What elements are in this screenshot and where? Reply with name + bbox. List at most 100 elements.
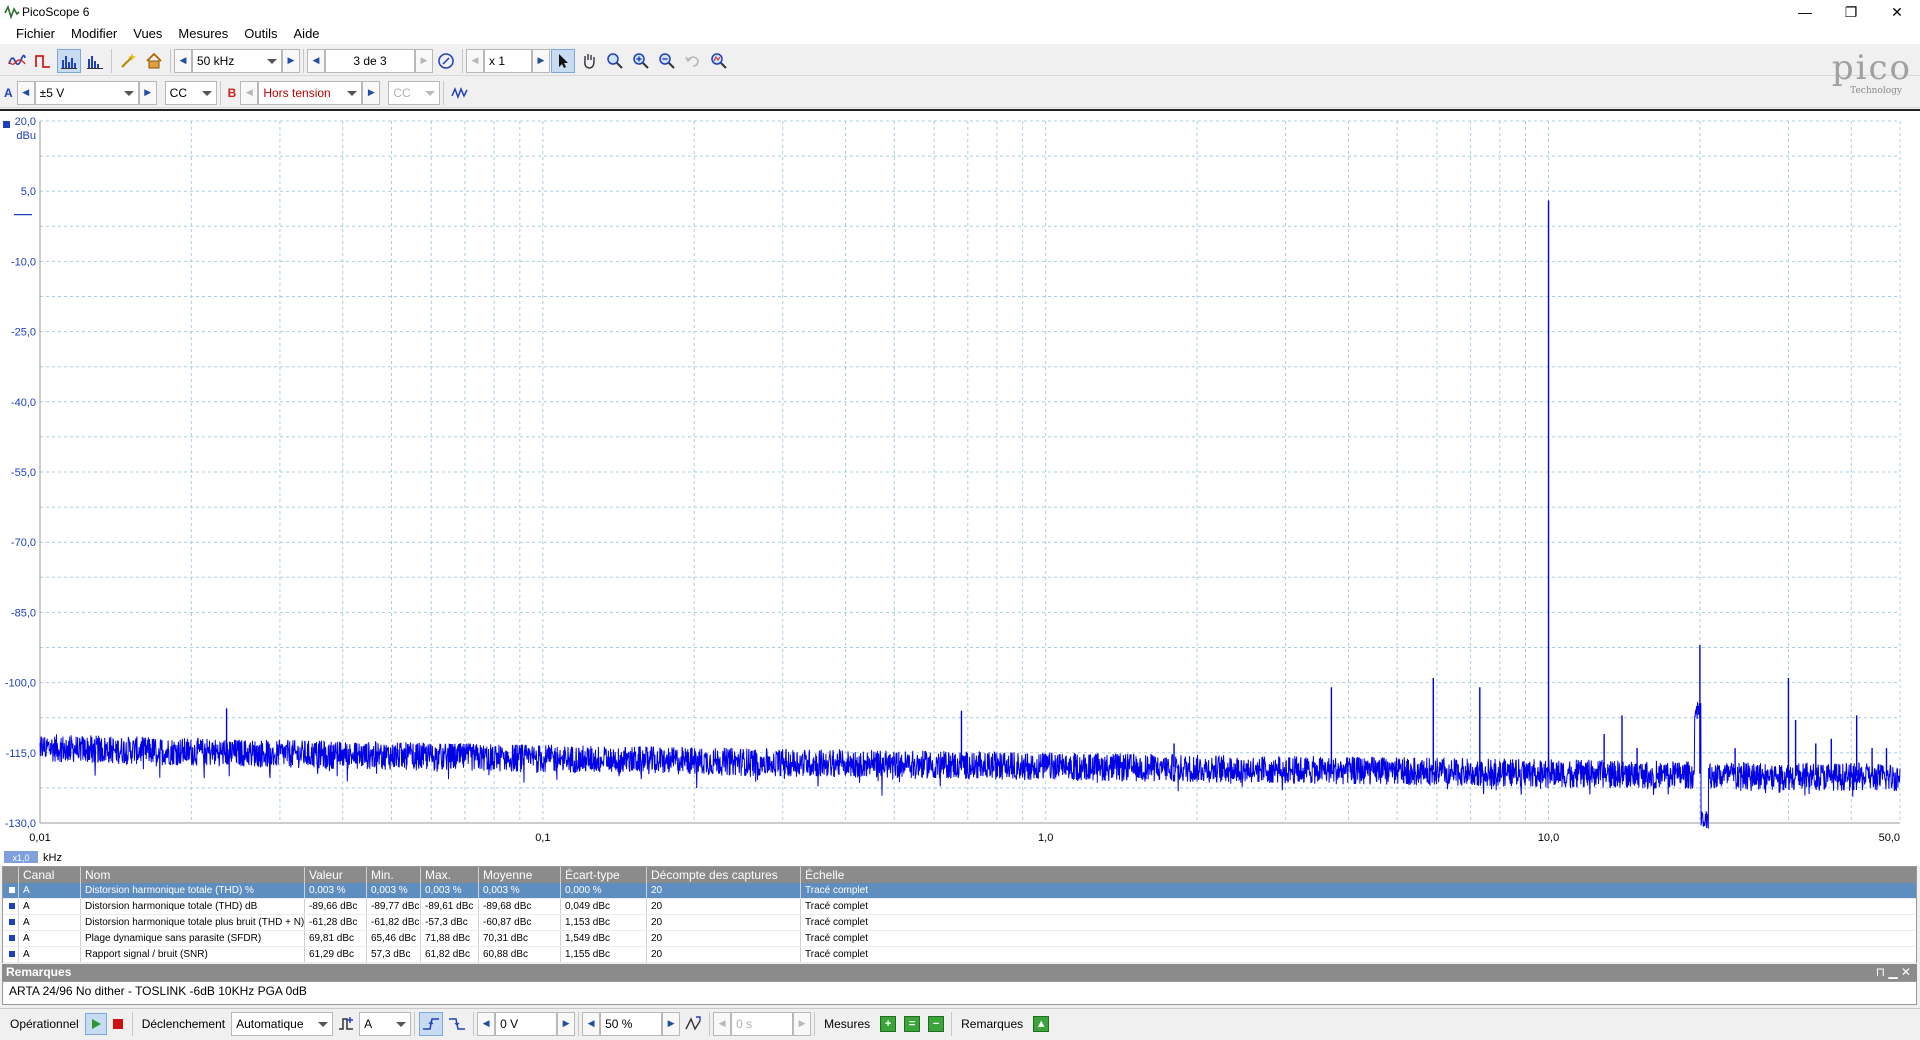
zoom-prev-button[interactable]: ◀ (466, 48, 484, 73)
menu-mesures[interactable]: Mesures (170, 24, 236, 44)
delay-prev-button[interactable]: ◀ (713, 1011, 732, 1036)
rising-edge-icon (423, 1017, 440, 1030)
table-cell: Plage dynamique sans parasite (SFDR) (81, 931, 305, 946)
y-tick-label: -55,0 (11, 467, 36, 479)
channel-b-button[interactable]: B (224, 86, 241, 100)
stop-button[interactable] (107, 1013, 129, 1035)
col-nom[interactable]: Nom (81, 867, 305, 883)
buffer-position-field[interactable]: 3 de 3 (325, 48, 415, 73)
falling-edge-button[interactable] (445, 1012, 469, 1036)
menu-outils[interactable]: Outils (236, 24, 285, 44)
menu-vues[interactable]: Vues (125, 24, 170, 44)
delay-next-button[interactable]: ▶ (793, 1011, 812, 1036)
start-button[interactable] (84, 1012, 107, 1035)
zoom-overview-button[interactable] (707, 49, 731, 73)
close-button[interactable]: ✕ (1874, 0, 1920, 24)
frequency-prev-button[interactable]: ◀ (174, 48, 192, 73)
scope-mode-button[interactable] (5, 49, 29, 73)
zoom-next-button[interactable]: ▶ (532, 48, 550, 73)
table-row[interactable]: A Plage dynamique sans parasite (SFDR) 69,… (3, 931, 1916, 947)
rising-edge-button[interactable] (419, 1011, 444, 1036)
measurements-table[interactable]: Canal Nom Valeur Min. Max. Moyenne Écart… (2, 866, 1917, 963)
auto-setup-button[interactable] (116, 49, 140, 73)
range-a-next-button[interactable]: ▶ (138, 80, 157, 105)
add-measurement-icon[interactable]: + (880, 1015, 897, 1032)
menu-aide[interactable]: Aide (286, 24, 328, 44)
col-ecart-type[interactable]: Écart-type (561, 867, 647, 883)
spectrum-mode-button[interactable] (57, 48, 81, 73)
col-valeur[interactable]: Valeur (305, 867, 367, 883)
y-tick-label: 20,0 (15, 116, 36, 128)
y-tick-label: -10,0 (11, 256, 36, 268)
trigger-level-prev-button[interactable]: ◀ (477, 1011, 496, 1036)
range-b-prev-button[interactable]: ◀ (240, 80, 259, 105)
table-cell: -89,66 dBc (305, 899, 367, 914)
channel-a-button[interactable]: A (0, 86, 17, 100)
trigger-mode-select[interactable]: Automatique (231, 1011, 334, 1036)
edit-measurement-icon[interactable]: = (904, 1015, 921, 1032)
table-cell: 0,003 % (367, 883, 421, 898)
range-a-prev-button[interactable]: ◀ (16, 80, 35, 105)
y-tick-label: -130,0 (5, 818, 36, 830)
undo-zoom-button[interactable] (681, 49, 705, 73)
channel-color-marker (3, 883, 19, 898)
col-echelle[interactable]: Échelle (801, 867, 1916, 883)
persistence-mode-button[interactable] (31, 49, 55, 73)
pretrigger-field[interactable]: 50 % (600, 1011, 663, 1036)
trigger-source-select[interactable]: A (359, 1011, 412, 1036)
channel-options-button[interactable] (448, 81, 472, 105)
table-cell: Rapport signal / bruit (SNR) (81, 947, 305, 962)
frequency-next-button[interactable]: ▶ (282, 48, 300, 73)
table-cell: -89,77 dBc (367, 899, 421, 914)
range-a-select[interactable]: ±5 V (34, 80, 139, 105)
add-spectrum-view-button[interactable] (83, 49, 107, 73)
range-b-select[interactable]: Hors tension (258, 80, 363, 105)
table-cell: -61,82 dBc (367, 915, 421, 930)
menu-modifier[interactable]: Modifier (63, 24, 125, 44)
coupling-a-select[interactable]: CC (164, 80, 217, 105)
menu-fichier[interactable]: Fichier (8, 24, 63, 44)
table-cell: -61,28 dBc (305, 915, 367, 930)
home-default-button[interactable] (142, 49, 166, 73)
zoom-out-button[interactable] (655, 49, 679, 73)
trigger-level-field[interactable]: 0 V (495, 1011, 558, 1036)
spectrum-chart[interactable]: 20,0 5,0 -10,0 -25,0 -40,0 -55,0 -70,0 -85,0 -10… (0, 111, 1920, 866)
zoom-in-button[interactable] (629, 49, 653, 73)
zoom-factor-field[interactable]: x 1 (484, 48, 532, 73)
buffer-next-button[interactable]: ▶ (415, 48, 433, 73)
range-b-next-button[interactable]: ▶ (362, 80, 381, 105)
advanced-trigger-button[interactable] (334, 1012, 358, 1036)
notes-textbox[interactable]: ARTA 24/96 No dither - TOSLINK -6dB 10KH… (2, 981, 1917, 1005)
navigator-icon (438, 52, 454, 69)
notes-close-icon[interactable]: ⊓ ▁ ✕ (1876, 964, 1911, 981)
minimize-button[interactable]: — (1782, 0, 1828, 24)
table-row[interactable]: A Rapport signal / bruit (SNR) 61,29 dBc 57… (3, 947, 1916, 963)
table-cell: 1,155 dBc (561, 947, 647, 962)
col-min[interactable]: Min. (367, 867, 421, 883)
zoom-area-button[interactable] (603, 49, 627, 73)
delete-measurement-icon[interactable]: − (928, 1015, 945, 1032)
table-cell: 57,3 dBc (367, 947, 421, 962)
delay-field[interactable]: 0 s (731, 1011, 794, 1036)
buffer-prev-button[interactable]: ◀ (307, 48, 325, 73)
col-canal[interactable]: Canal (19, 867, 81, 883)
coupling-b-select[interactable]: CC (388, 80, 441, 105)
frequency-select[interactable]: 50 kHz (192, 48, 282, 73)
pretrigger-next-button[interactable]: ▶ (662, 1011, 681, 1036)
table-row[interactable]: A Distorsion harmonique totale (THD) dB -8… (3, 899, 1916, 915)
pretrigger-prev-button[interactable]: ◀ (582, 1011, 601, 1036)
post-trigger-button[interactable] (681, 1012, 705, 1036)
trigger-level-next-button[interactable]: ▶ (557, 1011, 576, 1036)
table-cell: 1,549 dBc (561, 931, 647, 946)
table-row[interactable]: A Distorsion harmonique totale (THD) % 0,0… (3, 883, 1916, 899)
col-moyenne[interactable]: Moyenne (479, 867, 561, 883)
col-decompte[interactable]: Décompte des captures (647, 867, 801, 883)
select-tool-button[interactable] (551, 48, 575, 73)
restore-button[interactable]: ❐ (1828, 0, 1874, 24)
col-max[interactable]: Max. (421, 867, 479, 883)
table-row[interactable]: A Distorsion harmonique totale plus bruit… (3, 915, 1916, 931)
spectrum-view[interactable]: 20,0 5,0 -10,0 -25,0 -40,0 -55,0 -70,0 -85,0 -10… (0, 109, 1920, 866)
buffer-navigator-button[interactable] (434, 49, 458, 73)
hand-tool-button[interactable] (577, 49, 601, 73)
show-remarks-icon[interactable]: ▲ (1033, 1015, 1050, 1032)
